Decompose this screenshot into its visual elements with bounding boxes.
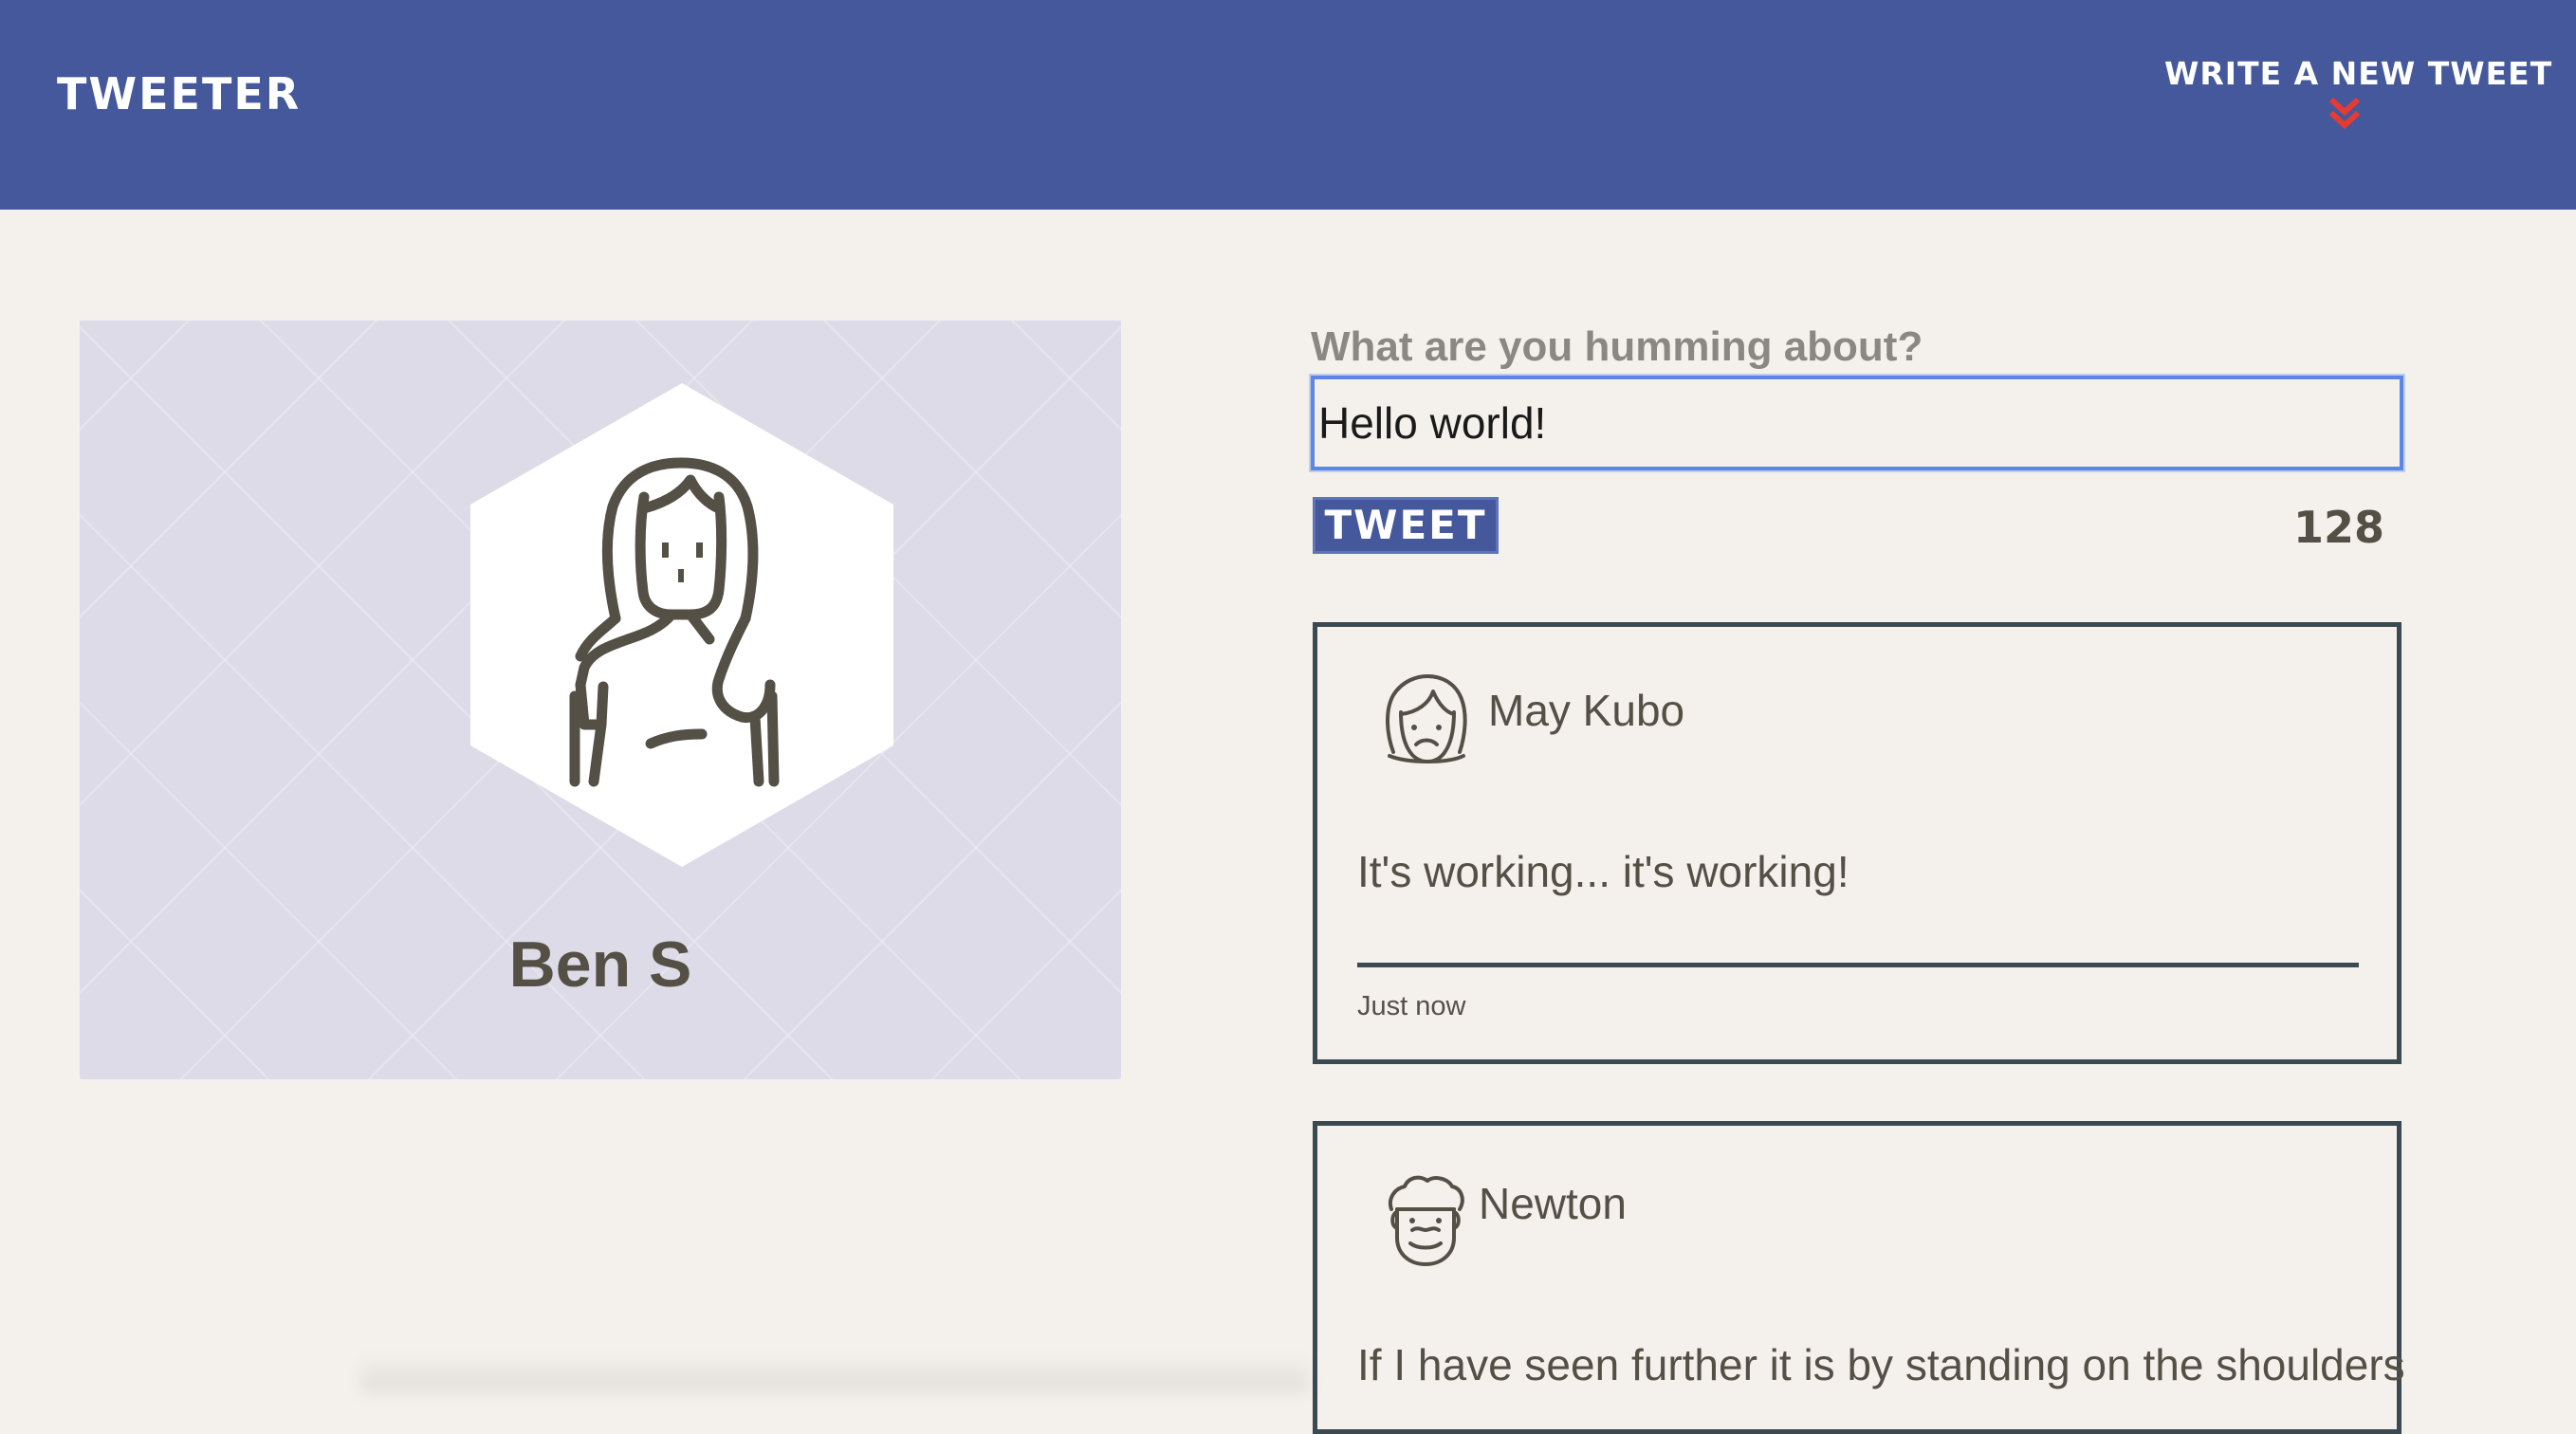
frowning-woman-avatar-icon [1386, 674, 1467, 763]
brand-logo[interactable]: TWEETER [57, 68, 301, 120]
scroll-shadow [360, 1354, 1309, 1392]
top-nav-bar: TWEETER WRITE A NEW TWEET [0, 0, 2576, 210]
tweet-card: Newton If I have seen further it is by s… [1313, 1121, 2405, 1434]
tweet-card: May Kubo It's working... it's working! J… [1313, 622, 2401, 1064]
woman-avatar-icon [470, 383, 893, 867]
tweet-text: If I have seen further it is by standing… [1357, 1340, 2405, 1389]
tweet-text-input[interactable] [1311, 376, 2403, 470]
tweet-author-name[interactable]: May Kubo [1488, 684, 1684, 737]
write-new-tweet-link[interactable]: WRITE A NEW TWEET [2164, 55, 2551, 132]
profile-name: Ben S [508, 928, 692, 1001]
character-counter: 128 [2292, 502, 2384, 553]
curly-hair-man-avatar-icon [1389, 1175, 1464, 1266]
tweet-text: It's working... it's working! [1357, 847, 1849, 896]
composer-prompt-label: What are you humming about? [1311, 323, 1923, 370]
tweet-timestamp: Just now [1357, 991, 1466, 1021]
tweet-submit-button[interactable]: TWEET [1313, 497, 1499, 554]
profile-card: Ben S [80, 321, 1121, 1079]
double-chevron-down-icon[interactable] [2326, 98, 2364, 132]
tweet-divider [1357, 963, 2359, 967]
tweet-author-name[interactable]: Newton [1479, 1177, 1627, 1230]
tweet-composer: What are you humming about? TWEET 128 [1311, 319, 2403, 554]
write-new-tweet-label[interactable]: WRITE A NEW TWEET [2164, 55, 2551, 92]
